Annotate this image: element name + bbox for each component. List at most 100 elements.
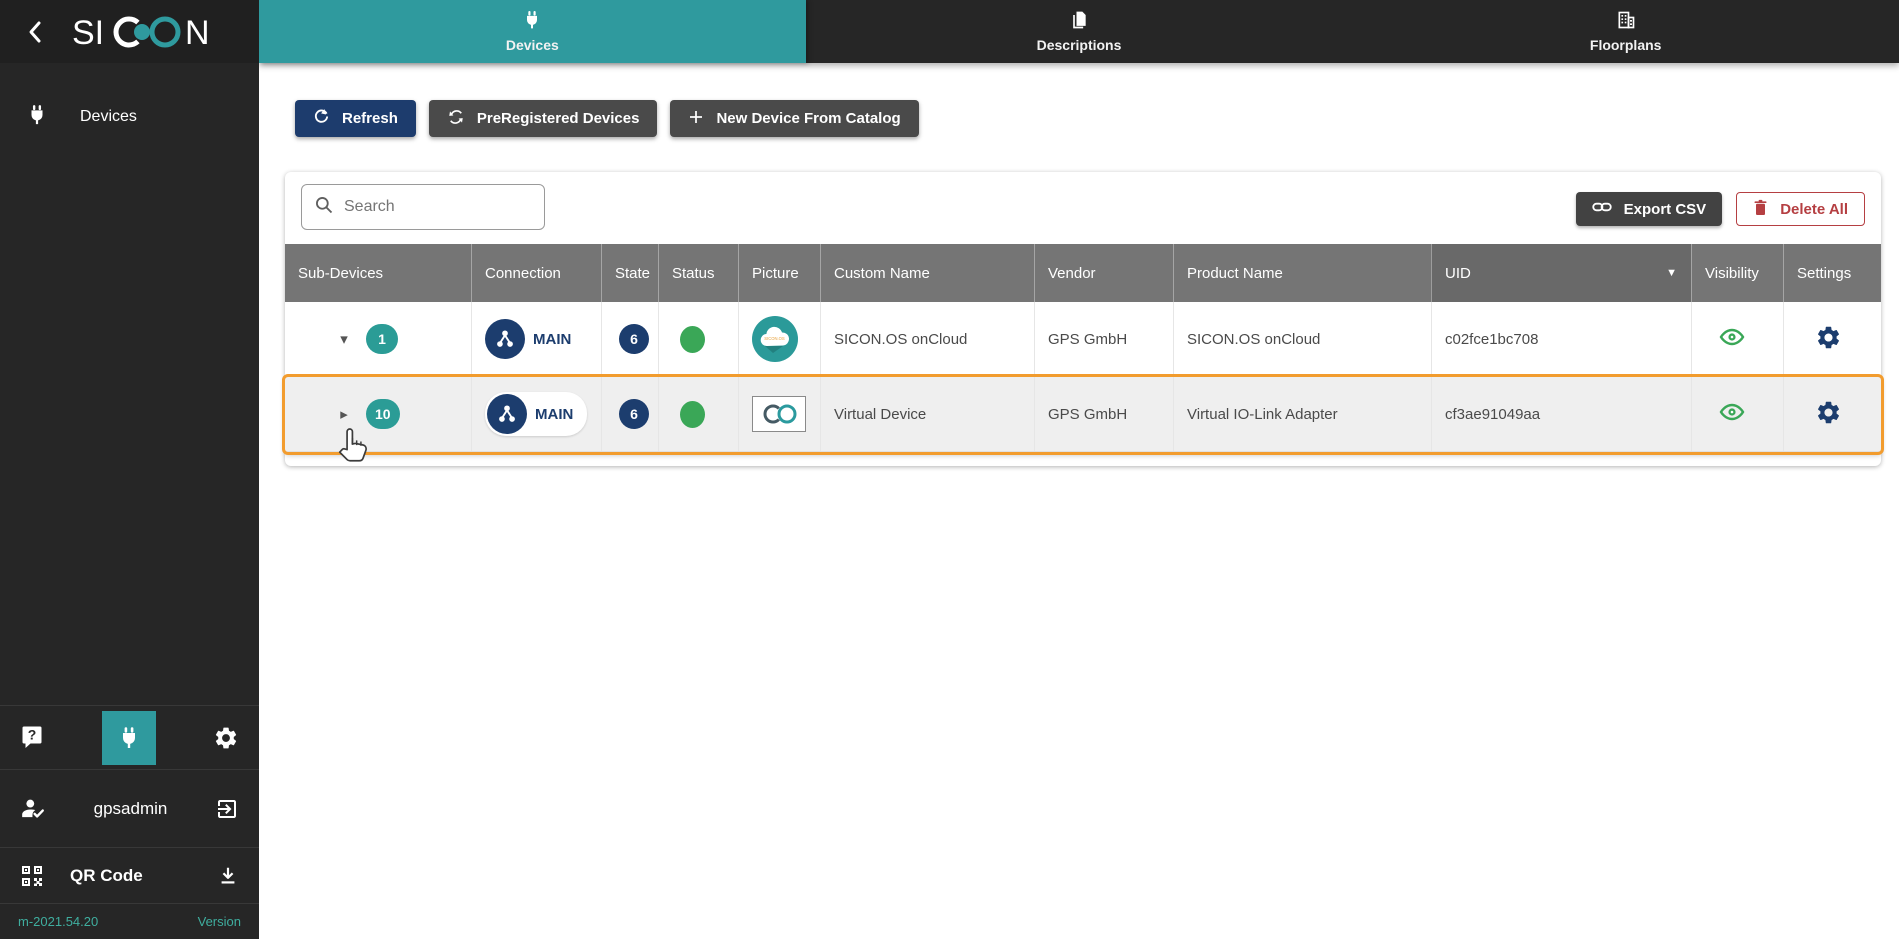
header-connection[interactable]: Connection bbox=[471, 244, 601, 302]
qr-code-label[interactable]: QR Code bbox=[70, 866, 217, 886]
header-custom-name[interactable]: Custom Name bbox=[820, 244, 1034, 302]
top-tab-bar: Devices Descriptions Floorplans bbox=[259, 0, 1899, 63]
cell-status bbox=[658, 302, 738, 376]
cell-picture bbox=[738, 377, 820, 451]
header-uid[interactable]: UID ▼ bbox=[1431, 244, 1691, 302]
cell-settings bbox=[1783, 302, 1881, 376]
cell-sub-devices: ▸ 10 bbox=[285, 377, 471, 451]
tab-devices[interactable]: Devices bbox=[259, 0, 806, 63]
connection-label: MAIN bbox=[535, 406, 573, 423]
cell-connection: MAIN bbox=[471, 302, 601, 376]
devices-table: Sub-Devices Connection State Status Pict… bbox=[285, 244, 1881, 452]
cell-state: 6 bbox=[601, 377, 658, 451]
tab-label: Descriptions bbox=[1037, 37, 1122, 53]
version-label: Version bbox=[198, 914, 241, 929]
delete-all-button[interactable]: Delete All bbox=[1736, 192, 1865, 226]
header-visibility[interactable]: Visibility bbox=[1691, 244, 1783, 302]
settings-gear-icon[interactable] bbox=[1815, 399, 1842, 430]
cell-uid: cf3ae91049aa bbox=[1431, 377, 1691, 451]
expand-caret-icon[interactable]: ▸ bbox=[336, 405, 352, 423]
settings-gear-icon[interactable] bbox=[1815, 324, 1842, 355]
version-value: m-2021.54.20 bbox=[18, 914, 98, 929]
cloud-logo-icon: SICON.OS bbox=[752, 316, 798, 362]
gear-icon[interactable] bbox=[213, 725, 239, 751]
plug-icon bbox=[26, 104, 48, 131]
search-icon bbox=[314, 195, 334, 220]
cell-product-name: SICON.OS onCloud bbox=[1173, 302, 1431, 376]
qr-code-icon bbox=[20, 864, 44, 888]
cell-settings bbox=[1783, 377, 1881, 451]
refresh-label: Refresh bbox=[342, 110, 398, 127]
cell-visibility bbox=[1691, 302, 1783, 376]
search-box bbox=[301, 184, 545, 230]
table-row[interactable]: ▸ 10 bbox=[285, 377, 1881, 452]
cell-product-name: Virtual IO-Link Adapter bbox=[1173, 377, 1431, 451]
sidebar-item-label: Devices bbox=[80, 108, 137, 126]
io-link-logo-icon bbox=[752, 396, 806, 432]
export-csv-button[interactable]: Export CSV bbox=[1576, 192, 1723, 226]
header-product-name[interactable]: Product Name bbox=[1173, 244, 1431, 302]
sidebar-user-row: gpsadmin bbox=[0, 769, 259, 847]
sidebar-qr-row: QR Code bbox=[0, 847, 259, 903]
download-icon[interactable] bbox=[217, 865, 239, 887]
export-csv-label: Export CSV bbox=[1624, 201, 1707, 218]
new-device-from-catalog-button[interactable]: New Device From Catalog bbox=[670, 100, 918, 137]
state-badge: 6 bbox=[619, 399, 649, 429]
logout-icon[interactable] bbox=[215, 797, 239, 821]
username-label: gpsadmin bbox=[46, 799, 215, 819]
state-badge: 6 bbox=[619, 324, 649, 354]
connection-label: MAIN bbox=[533, 331, 571, 348]
collapse-caret-icon[interactable]: ▾ bbox=[336, 330, 352, 348]
cell-vendor: GPS GmbH bbox=[1034, 302, 1173, 376]
building-icon bbox=[1616, 10, 1636, 33]
uid-header-label: UID bbox=[1445, 265, 1471, 282]
version-row: m-2021.54.20 Version bbox=[0, 903, 259, 939]
header-settings[interactable]: Settings bbox=[1783, 244, 1881, 302]
table-header-row: Sub-Devices Connection State Status Pict… bbox=[285, 244, 1881, 302]
sicon-logo: SI N bbox=[72, 11, 224, 53]
cell-uid: c02fce1bc708 bbox=[1431, 302, 1691, 376]
cell-status bbox=[658, 377, 738, 451]
plug-icon bbox=[522, 10, 542, 33]
table-row[interactable]: ▾ 1 MAIN bbox=[285, 302, 1881, 377]
header-status[interactable]: Status bbox=[658, 244, 738, 302]
refresh-icon bbox=[313, 108, 330, 129]
highlighted-row-wrapper: ▸ 10 bbox=[285, 377, 1881, 452]
svg-text:N: N bbox=[185, 14, 210, 52]
sidebar-item-devices[interactable]: Devices bbox=[0, 95, 259, 139]
refresh-button[interactable]: Refresh bbox=[295, 100, 416, 137]
svg-text:SI: SI bbox=[72, 14, 104, 52]
plus-icon bbox=[688, 109, 704, 129]
sort-arrow-icon[interactable]: ▼ bbox=[1666, 267, 1677, 279]
cell-vendor: GPS GmbH bbox=[1034, 377, 1173, 451]
tab-descriptions[interactable]: Descriptions bbox=[806, 0, 1353, 63]
help-icon[interactable]: ? bbox=[20, 725, 44, 751]
actions-row: Refresh PreRegistered Devices New Device… bbox=[259, 63, 1899, 137]
sub-devices-badge: 10 bbox=[366, 399, 400, 429]
svg-text:?: ? bbox=[28, 726, 37, 742]
device-panel-icon[interactable] bbox=[102, 711, 156, 765]
network-node-icon bbox=[485, 319, 525, 359]
search-input[interactable] bbox=[344, 198, 514, 216]
devices-card: Export CSV Delete All Sub-Device bbox=[285, 172, 1881, 466]
delete-all-label: Delete All bbox=[1780, 201, 1848, 218]
cell-visibility bbox=[1691, 377, 1783, 451]
cell-sub-devices: ▾ 1 bbox=[285, 302, 471, 376]
preregistered-devices-button[interactable]: PreRegistered Devices bbox=[429, 100, 658, 137]
header-picture[interactable]: Picture bbox=[738, 244, 820, 302]
main-content: Refresh PreRegistered Devices New Device… bbox=[259, 63, 1899, 939]
cell-custom-name: SICON.OS onCloud bbox=[820, 302, 1034, 376]
eye-icon[interactable] bbox=[1719, 402, 1745, 426]
cell-connection: MAIN bbox=[471, 377, 601, 451]
sidebar-header: SI N bbox=[0, 0, 259, 63]
tab-label: Floorplans bbox=[1590, 37, 1662, 53]
header-sub-devices[interactable]: Sub-Devices bbox=[285, 244, 471, 302]
back-icon[interactable] bbox=[20, 17, 50, 47]
header-vendor[interactable]: Vendor bbox=[1034, 244, 1173, 302]
svg-text:SICON.OS: SICON.OS bbox=[764, 336, 785, 341]
tab-floorplans[interactable]: Floorplans bbox=[1352, 0, 1899, 63]
eye-icon[interactable] bbox=[1719, 327, 1745, 351]
sub-devices-badge: 1 bbox=[366, 324, 398, 354]
header-state[interactable]: State bbox=[601, 244, 658, 302]
status-ok-indicator bbox=[680, 326, 705, 353]
